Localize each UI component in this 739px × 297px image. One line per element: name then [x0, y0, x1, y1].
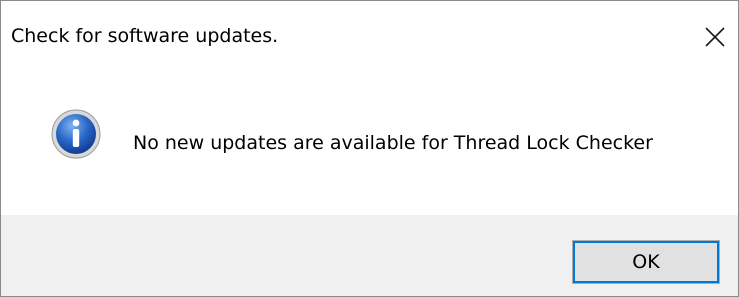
dialog-body: No new updates are available for Thread … [1, 63, 738, 215]
dialog-title: Check for software updates. [11, 25, 279, 47]
close-button[interactable] [692, 13, 738, 61]
title-bar: Check for software updates. [1, 1, 738, 63]
message-dialog: Check for software updates. No new updat… [0, 0, 739, 297]
dialog-footer: OK [1, 215, 738, 296]
dialog-message: No new updates are available for Thread … [133, 132, 653, 154]
ok-button[interactable]: OK [572, 240, 720, 284]
close-icon [705, 27, 725, 47]
info-icon [51, 109, 101, 159]
